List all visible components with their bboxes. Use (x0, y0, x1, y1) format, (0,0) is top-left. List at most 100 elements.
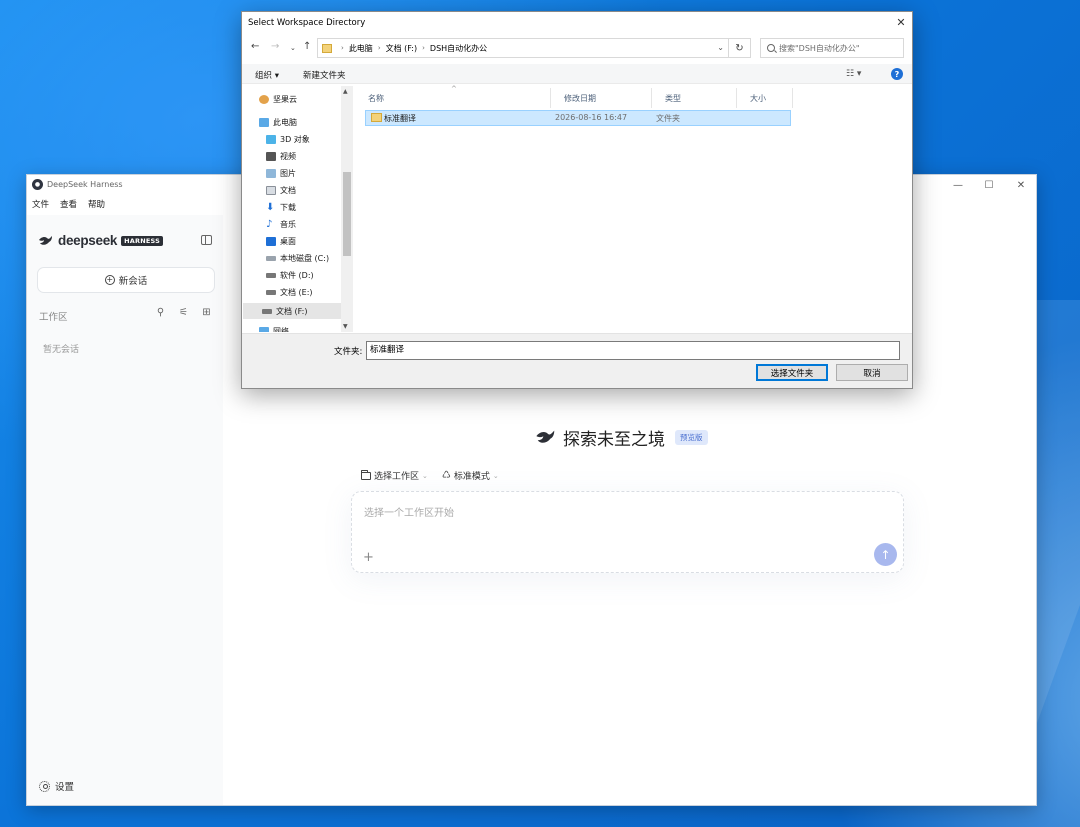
tree-item-nutstore[interactable]: 坚果云 (259, 94, 297, 105)
hero-title: 探索未至之境 (563, 430, 665, 450)
search-icon[interactable]: ⚲ (155, 307, 166, 318)
forward-arrow-icon[interactable]: → (271, 41, 279, 52)
prompt-box[interactable]: 选择一个工作区开始 + ↑ (351, 491, 904, 573)
attach-plus-icon[interactable]: + (363, 551, 374, 564)
nutstore-icon (259, 95, 269, 104)
whale-icon (536, 430, 555, 443)
brand-wordmark: deepseek (58, 233, 118, 248)
tree-item-music[interactable]: ♪ 音乐 (266, 219, 296, 230)
help-icon[interactable]: ? (891, 68, 903, 80)
refresh-icon[interactable]: ↻ (729, 38, 751, 58)
settings-label: 设置 (55, 782, 75, 793)
scroll-up-icon[interactable]: ▲ (343, 88, 348, 95)
prompt-selectors: 选择工作区 ⌄ ♺ 标准模式 ⌄ (361, 469, 499, 482)
view-options-icon[interactable]: ☷ ▾ (846, 69, 861, 79)
menu-file[interactable]: 文件 (31, 198, 50, 212)
chevron-down-icon[interactable]: ⌄ (717, 43, 724, 52)
new-folder-icon[interactable]: ⊞ (201, 307, 212, 318)
tree-item-label: 桌面 (280, 237, 296, 246)
tree-item-label: 此电脑 (273, 118, 297, 127)
table-row[interactable]: 标准翻译 2026-08-16 16:47 文件夹 (365, 110, 791, 126)
tree-item-pictures[interactable]: 图片 (266, 168, 296, 179)
drive-icon (262, 308, 272, 314)
column-modified[interactable]: 修改日期 (551, 88, 652, 108)
arrow-up-icon: ↑ (880, 547, 891, 562)
dialog-footer: 文件夹: 标准翻译 选择文件夹 取消 (242, 333, 912, 388)
prompt-placeholder: 选择一个工作区开始 (364, 508, 454, 519)
column-type[interactable]: 类型 (652, 88, 737, 108)
dialog-close-icon[interactable]: ✕ (890, 12, 912, 32)
folder-field[interactable]: 标准翻译 (366, 341, 900, 360)
cancel-button[interactable]: 取消 (836, 364, 908, 381)
new-folder-button[interactable]: 新建文件夹 (303, 69, 346, 81)
drive-icon (266, 256, 276, 261)
tree-scrollbar[interactable]: ▲ ▼ (341, 86, 353, 332)
tree-item-label: 图片 (280, 169, 296, 178)
tree-item-label: 3D 对象 (280, 135, 310, 144)
tree-item-desktop[interactable]: 桌面 (266, 236, 296, 247)
chevron-down-icon: ⌄ (492, 471, 499, 480)
folder-field-label: 文件夹: (334, 347, 363, 357)
column-label: 名称 (368, 93, 384, 103)
tree-item-network[interactable]: 网络 (259, 326, 289, 332)
video-icon (266, 152, 276, 161)
tree-item-video[interactable]: 视频 (266, 151, 296, 162)
column-size[interactable]: 大小 (737, 88, 793, 108)
tree-item-drive-f[interactable]: 文档 (F:) (243, 303, 341, 319)
column-name[interactable]: 名称 ^ (355, 85, 551, 108)
workspace-selector[interactable]: 选择工作区 ⌄ (361, 469, 428, 482)
settings-button[interactable]: 设置 (39, 779, 74, 793)
scroll-thumb[interactable] (343, 172, 351, 256)
back-arrow-icon[interactable]: ← (251, 41, 259, 52)
dialog-title: Select Workspace Directory (248, 18, 366, 28)
mode-selector[interactable]: ♺ 标准模式 ⌄ (442, 469, 499, 482)
tree-item-this-pc[interactable]: 此电脑 (259, 117, 297, 128)
file-modified: 2026-08-16 16:47 (555, 113, 628, 122)
address-bar[interactable]: › 此电脑 › 文档 (F:) › DSH自动化办公 ⌄ (317, 38, 729, 58)
breadcrumb-current[interactable]: DSH自动化办公 (430, 43, 487, 54)
file-list: 名称 ^ 修改日期 类型 大小 标准翻译 2026-08-16 16:47 文件… (355, 85, 912, 332)
workspace-heading: 工作区 (39, 312, 68, 323)
minimize-icon[interactable]: — (942, 175, 974, 195)
recent-dropdown-icon[interactable]: ⌄ (290, 44, 296, 52)
maximize-icon[interactable]: ☐ (973, 175, 1005, 195)
breadcrumb-drive-f[interactable]: 文档 (F:) (386, 43, 417, 54)
column-label: 类型 (665, 93, 681, 103)
search-icon (767, 44, 775, 52)
tree-item-label: 坚果云 (273, 95, 297, 104)
tree-item-downloads[interactable]: ⬇ 下载 (266, 202, 296, 213)
tree-item-label: 网络 (273, 327, 289, 332)
preview-badge: 预览版 (675, 430, 708, 445)
tree-item-drive-c[interactable]: 本地磁盘 (C:) (266, 253, 329, 264)
tree-item-label: 文档 (E:) (280, 288, 313, 297)
computer-icon (259, 118, 269, 127)
tree-item-documents[interactable]: 文档 (266, 185, 296, 196)
menu-view[interactable]: 查看 (59, 198, 78, 212)
search-box[interactable]: 搜索"DSH自动化办公" (760, 38, 904, 58)
menu-help[interactable]: 帮助 (87, 198, 106, 212)
tree-item-drive-d[interactable]: 软件 (D:) (266, 270, 314, 281)
tree-item-3d-objects[interactable]: 3D 对象 (266, 134, 310, 145)
new-chat-button[interactable]: + 新会话 (37, 267, 215, 293)
file-type: 文件夹 (656, 114, 680, 123)
breadcrumb-this-pc[interactable]: 此电脑 (349, 43, 373, 54)
folder-icon (371, 113, 382, 122)
mode-selector-label: 标准模式 (453, 472, 490, 482)
brand-logo: deepseek HARNESS (38, 233, 163, 248)
up-arrow-icon[interactable]: ↑ (303, 41, 311, 52)
select-folder-button[interactable]: 选择文件夹 (756, 364, 828, 381)
tree-item-label: 音乐 (280, 220, 296, 229)
close-icon[interactable]: ✕ (1005, 175, 1037, 195)
download-icon: ⬇ (266, 202, 275, 213)
send-button[interactable]: ↑ (874, 543, 897, 566)
menubar: 文件 查看 帮助 (27, 198, 106, 212)
tree-item-drive-e[interactable]: 文档 (E:) (266, 287, 313, 298)
chevron-right-icon: › (377, 44, 381, 52)
organize-menu[interactable]: 组织 ▾ (255, 69, 279, 81)
filter-icon[interactable]: ⚟ (178, 307, 189, 318)
scroll-down-icon[interactable]: ▼ (343, 323, 348, 330)
network-icon (259, 327, 269, 332)
sidebar-toggle-icon[interactable] (201, 235, 212, 245)
3d-objects-icon (266, 135, 276, 144)
search-placeholder: 搜索"DSH自动化办公" (779, 43, 860, 53)
